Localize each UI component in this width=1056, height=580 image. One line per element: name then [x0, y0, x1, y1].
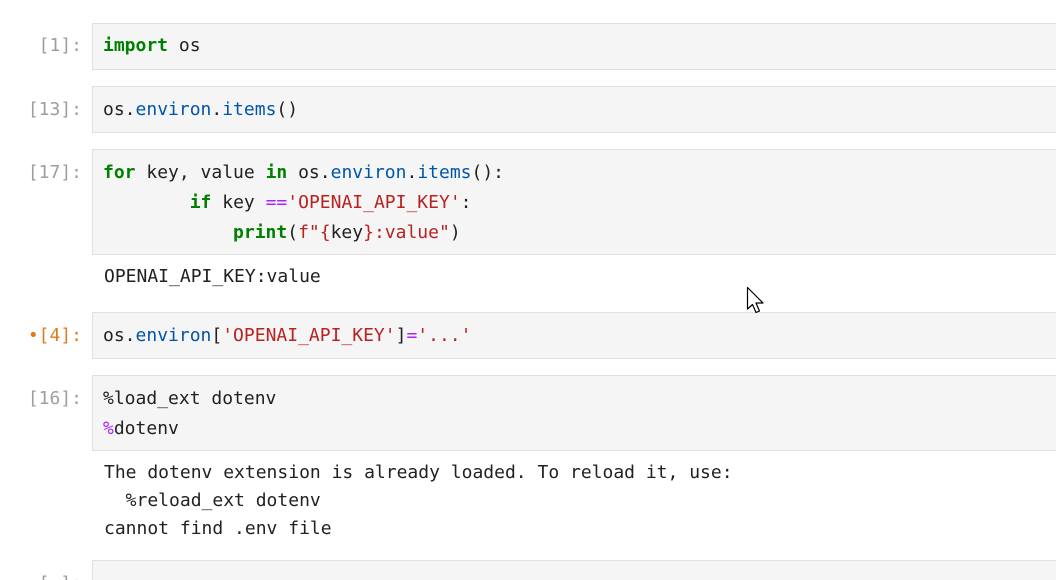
code-token: os.: [287, 162, 331, 183]
code-cell[interactable]: [16]: %load_ext dotenv %dotenv The dotenv…: [0, 375, 1056, 550]
code-token: key: [330, 222, 364, 243]
code-token: environ: [330, 162, 407, 183]
code-line: os.environ.items(): [103, 95, 298, 125]
code-cell[interactable]: •[4]: os.environ['OPENAI_API_KEY']='...': [0, 312, 1056, 360]
code-token: }: [363, 222, 374, 243]
cell-input-editor[interactable]: import os: [92, 23, 1056, 70]
code-line: import os: [103, 31, 201, 61]
code-token: .: [406, 162, 418, 183]
code-line: os.environ['OPENAI_API_KEY']='...': [103, 321, 471, 351]
code-token: os.: [103, 325, 136, 346]
code-line: for key, value in os.environ.items():: [103, 158, 504, 188]
code-line: if key =='OPENAI_API_KEY':: [103, 188, 504, 218]
code-token: ():: [471, 162, 505, 183]
mouse-pointer-icon: [746, 286, 764, 314]
code-token: environ: [135, 99, 212, 120]
cell-output: The dotenv extension is already loaded. …: [104, 462, 733, 539]
code-line: %load_ext dotenv: [103, 384, 276, 414]
code-cell[interactable]: [13]: os.environ.items(): [0, 86, 1056, 134]
code-token: items: [417, 162, 472, 183]
code-text: %load_ext dotenv %dotenv: [103, 384, 276, 444]
code-token: ]: [395, 325, 407, 346]
code-token: ): [449, 222, 461, 243]
cell-output: OPENAI_API_KEY:value: [104, 266, 321, 287]
code-token: %load_ext dotenv: [103, 388, 277, 409]
code-token: os.: [103, 99, 136, 120]
code-token: print: [233, 222, 288, 243]
code-cell[interactable]: [ ]:: [0, 560, 1056, 580]
cell-input-editor[interactable]: os.environ['OPENAI_API_KEY']='...': [92, 312, 1056, 359]
code-token: (: [287, 222, 299, 243]
code-line: %dotenv: [103, 414, 276, 444]
code-cell[interactable]: [17]: for key, value in os.environ.items…: [0, 149, 1056, 297]
code-token: import: [103, 35, 169, 56]
code-token: os: [168, 35, 201, 56]
cell-input-editor[interactable]: [92, 560, 1056, 580]
code-text: import os: [103, 31, 201, 61]
code-token: .: [211, 99, 223, 120]
code-text: os.environ['OPENAI_API_KEY']='...': [103, 321, 471, 351]
code-token: :: [460, 192, 472, 213]
cell-input-editor[interactable]: for key, value in os.environ.items(): if…: [92, 149, 1056, 255]
execution-count: [17]:: [27, 162, 82, 183]
code-token: dotenv: [113, 418, 179, 439]
code-token: ==: [265, 192, 288, 213]
code-token: %: [103, 418, 114, 439]
code-text: os.environ.items(): [103, 95, 298, 125]
code-token: key, value: [135, 162, 266, 183]
execution-count: •[4]:: [27, 325, 82, 346]
cell-input-editor[interactable]: %load_ext dotenv %dotenv: [92, 375, 1056, 451]
code-token: if: [189, 192, 212, 213]
code-token: items: [222, 99, 277, 120]
cell-input-editor[interactable]: os.environ.items(): [92, 86, 1056, 133]
code-token: 'OPENAI_API_KEY': [222, 325, 396, 346]
code-cell[interactable]: [1]: import os: [0, 23, 1056, 71]
code-token: in: [265, 162, 288, 183]
code-token: 'OPENAI_API_KEY': [287, 192, 461, 213]
code-line: print(f"{key}:value"): [103, 218, 504, 248]
execution-count: [16]:: [27, 388, 82, 409]
notebook: [1]: import os [13]: os.environ.items() …: [0, 0, 1056, 580]
code-token: [: [211, 325, 223, 346]
code-text: for key, value in os.environ.items(): if…: [103, 158, 504, 248]
execution-count: [1]:: [38, 35, 82, 56]
execution-count: [ ]:: [39, 569, 82, 580]
code-token: f"{: [298, 222, 331, 243]
code-token: key: [211, 192, 266, 213]
execution-count: [13]:: [27, 99, 82, 120]
code-token: (): [276, 99, 299, 120]
code-token: =: [406, 325, 418, 346]
code-token: environ: [135, 325, 212, 346]
code-token: '...': [417, 325, 472, 346]
code-token: :value": [373, 222, 450, 243]
code-token: for: [103, 162, 136, 183]
